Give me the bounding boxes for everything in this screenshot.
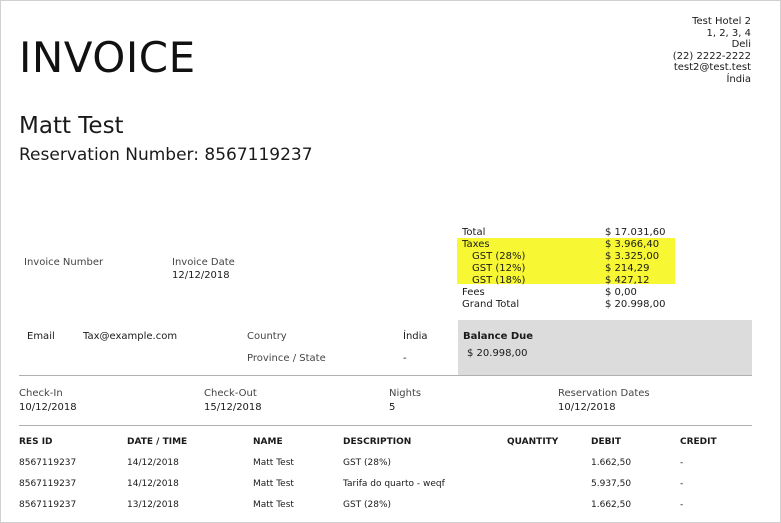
cell-description: Tarifa do quarto - weqf: [343, 479, 445, 489]
col-description: DESCRIPTION: [343, 437, 412, 447]
nights-label: Nights: [389, 388, 422, 399]
checkin-label: Check-In: [19, 388, 63, 399]
col-res-id: RES ID: [19, 437, 53, 447]
reservation-dates-value: 10/12/2018: [558, 402, 616, 413]
hotel-info: Test Hotel 2 1, 2, 3, 4 Deli (22) 2222-2…: [673, 16, 751, 85]
cell-debit: 1.662,50: [591, 500, 632, 510]
checkout-label: Check-Out: [204, 388, 257, 399]
cell-res-id: 8567119237: [19, 458, 77, 468]
summary-taxes: Taxes $ 3.966,40: [462, 239, 660, 250]
cell-res-id: 8567119237: [19, 500, 77, 510]
country-value: Índia: [403, 331, 428, 342]
balance-due-value: $ 20.998,00: [467, 348, 528, 359]
cell-credit: -: [680, 500, 684, 510]
province-label: Province / State: [247, 353, 326, 364]
col-credit: CREDIT: [680, 437, 717, 447]
guest-name: Matt Test: [19, 113, 124, 139]
email-label: Email: [27, 331, 55, 342]
checkin-value: 10/12/2018: [19, 402, 77, 413]
hotel-phone: (22) 2222-2222: [672, 50, 751, 62]
hotel-city: Deli: [731, 39, 751, 50]
reservation-dates-label: Reservation Dates: [558, 388, 650, 399]
cell-date: 13/12/2018: [127, 500, 179, 510]
summary-grand-total: Grand Total $ 20.998,00: [462, 299, 666, 310]
summary-fees: Fees $ 0,00: [462, 287, 637, 298]
col-date-time: DATE / TIME: [127, 437, 188, 447]
divider: [19, 425, 752, 426]
cell-description: GST (28%): [343, 500, 392, 510]
invoice-date: 12/12/2018: [172, 270, 230, 281]
invoice-number-label: Invoice Number: [24, 257, 104, 268]
summary-gst-18: GST (18%) $ 427,12: [472, 275, 650, 286]
summary-gst-28: GST (28%) $ 3.325,00: [472, 251, 660, 262]
hotel-name: Test Hotel 2: [692, 16, 751, 27]
cell-date: 14/12/2018: [127, 479, 179, 489]
balance-due-label: Balance Due: [463, 331, 534, 342]
cell-debit: 5.937,50: [591, 479, 632, 489]
email-value: Tax@example.com: [83, 331, 178, 342]
cell-credit: -: [680, 458, 684, 468]
cell-date: 14/12/2018: [127, 458, 179, 468]
col-name: NAME: [253, 437, 283, 447]
balance-due-box: Balance Due $ 20.998,00: [458, 320, 752, 375]
country-label: Country: [247, 331, 287, 342]
hotel-country: Índia: [726, 73, 751, 85]
reservation-number: Reservation Number: 8567119237: [19, 145, 313, 165]
invoice-title: INVOICE: [19, 33, 196, 82]
province-value: -: [403, 353, 407, 364]
col-debit: DEBIT: [591, 437, 621, 447]
divider: [19, 375, 752, 376]
cell-name: Matt Test: [253, 479, 294, 489]
hotel-address: 1, 2, 3, 4: [706, 27, 751, 39]
hotel-email: test2@test.test: [673, 62, 751, 73]
cell-name: Matt Test: [253, 458, 294, 468]
cell-name: Matt Test: [253, 500, 294, 510]
summary-gst-12: GST (12%) $ 214,29: [472, 263, 650, 274]
cell-debit: 1.662,50: [591, 458, 632, 468]
summary-total: Total $ 17.031,60: [462, 227, 666, 238]
cell-description: GST (28%): [343, 458, 392, 468]
cell-res-id: 8567119237: [19, 479, 77, 489]
checkout-value: 15/12/2018: [204, 402, 262, 413]
col-quantity: QUANTITY: [507, 437, 559, 447]
nights-value: 5: [389, 402, 396, 413]
invoice-date-label: Invoice Date: [172, 257, 235, 268]
cell-credit: -: [680, 479, 684, 489]
